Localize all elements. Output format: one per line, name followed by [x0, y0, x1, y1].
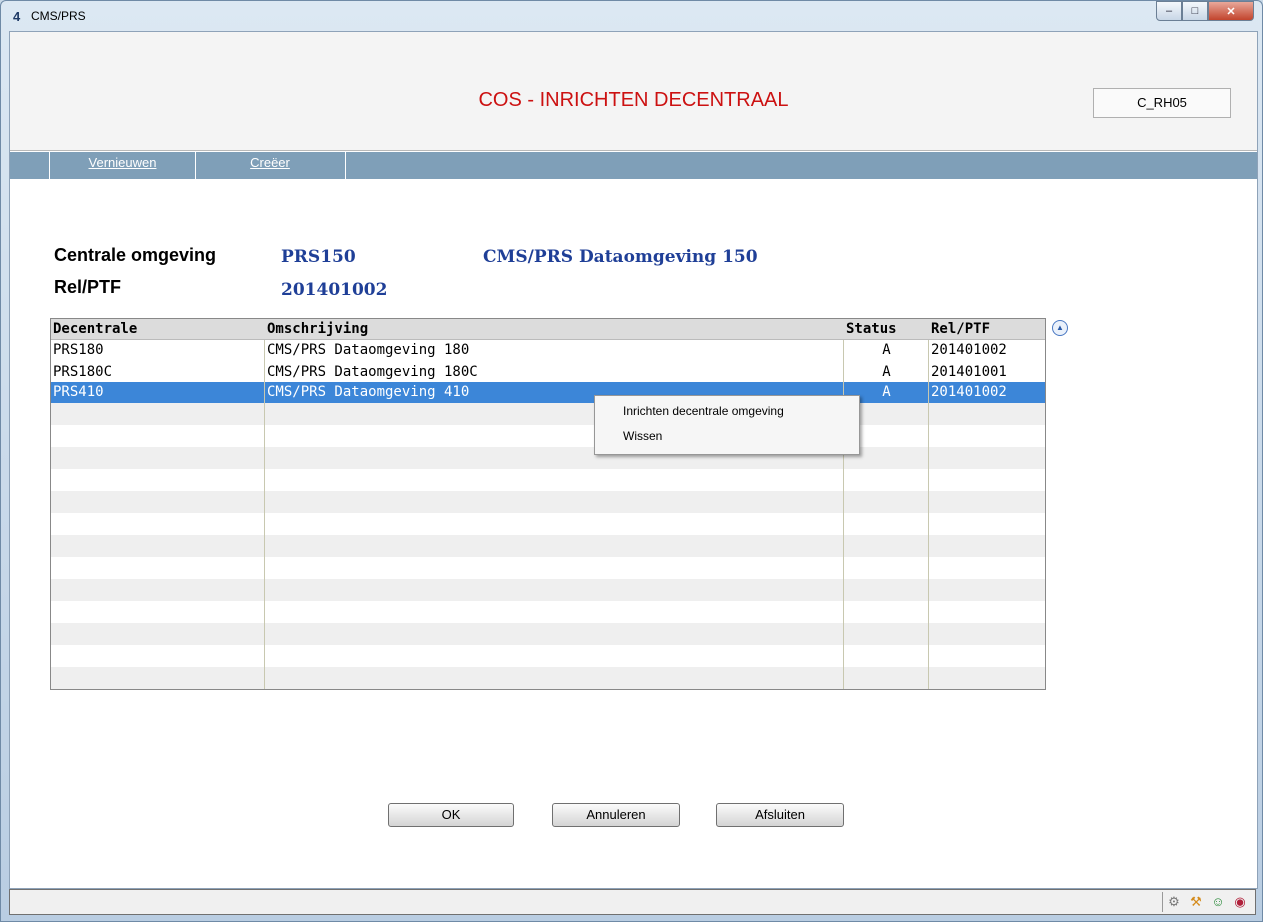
cancel-button[interactable]: Annuleren: [552, 803, 680, 827]
menu-creeer[interactable]: Creëer: [195, 152, 346, 179]
empty-row[interactable]: [51, 623, 1045, 645]
empty-row[interactable]: [51, 579, 1045, 601]
ctx-inrichten[interactable]: Inrichten decentrale omgeving: [623, 404, 784, 418]
cell-relptf: 201401001: [931, 364, 1007, 380]
empty-row[interactable]: [51, 469, 1045, 491]
ctx-wissen[interactable]: Wissen: [623, 429, 662, 443]
empty-row[interactable]: [51, 425, 1045, 447]
cell-omschrijving: CMS/PRS Dataomgeving 180C: [267, 364, 478, 380]
hammer-icon[interactable]: ⚒: [1189, 895, 1203, 909]
window-title: CMS/PRS: [31, 9, 86, 23]
empty-row[interactable]: [51, 667, 1045, 689]
cell-decentrale: PRS180: [53, 342, 104, 358]
cell-decentrale: PRS180C: [53, 364, 113, 380]
maximize-icon: □: [1191, 5, 1199, 17]
empty-row[interactable]: [51, 447, 1045, 469]
window-controls: – □ ✕: [1156, 1, 1254, 23]
central-env-code: PRS150: [281, 247, 356, 267]
relptf-label: Rel/PTF: [54, 277, 122, 297]
close-icon: ✕: [1226, 5, 1236, 18]
user-icon[interactable]: ☺: [1211, 895, 1225, 909]
close-app-button[interactable]: Afsluiten: [716, 803, 844, 827]
empty-row[interactable]: [51, 513, 1045, 535]
decentral-grid: Decentrale Omschrijving Status Rel/PTF P…: [50, 318, 1046, 690]
central-env-label: Centrale omgeving: [54, 245, 217, 265]
col-header-omschrijving[interactable]: Omschrijving: [265, 319, 844, 339]
table-row[interactable]: PRS180 CMS/PRS Dataomgeving 180 A 201401…: [51, 340, 1045, 362]
col-header-status[interactable]: Status: [844, 319, 929, 339]
database-icon[interactable]: ◉: [1233, 895, 1247, 909]
menu-bar: Vernieuwen Creëer: [10, 152, 1257, 179]
menu-creeer-label: Creëer: [250, 155, 290, 170]
col-header-decentrale[interactable]: Decentrale: [51, 319, 265, 339]
client-area: COS - INRICHTEN DECENTRAAL C_RH05 Vernie…: [9, 31, 1258, 889]
cell-omschrijving: CMS/PRS Dataomgeving 180: [267, 342, 470, 358]
column-divider: [928, 340, 929, 689]
cell-status: A: [882, 342, 891, 358]
cell-status: A: [882, 364, 891, 380]
status-icons: ⚙ ⚒ ☺ ◉: [1162, 892, 1251, 912]
cell-relptf: 201401002: [931, 384, 1007, 400]
empty-row[interactable]: [51, 601, 1045, 623]
central-env-desc: CMS/PRS Dataomgeving 150: [483, 247, 758, 267]
empty-row[interactable]: [51, 645, 1045, 667]
tools-icon[interactable]: ⚙: [1167, 895, 1181, 909]
close-button[interactable]: ✕: [1208, 1, 1254, 21]
page-header: COS - INRICHTEN DECENTRAAL C_RH05: [10, 32, 1257, 151]
menu-vernieuwen-label: Vernieuwen: [88, 155, 157, 170]
empty-row[interactable]: [51, 403, 1045, 425]
column-divider: [843, 340, 844, 689]
relptf-value: 201401002: [281, 280, 388, 300]
status-bar: ⚙ ⚒ ☺ ◉: [9, 889, 1256, 915]
ok-button[interactable]: OK: [388, 803, 514, 827]
table-row-selected[interactable]: PRS410 CMS/PRS Dataomgeving 410 A 201401…: [51, 382, 1045, 403]
cell-relptf: 201401002: [931, 342, 1007, 358]
menu-vernieuwen[interactable]: Vernieuwen: [49, 152, 196, 179]
col-header-relptf[interactable]: Rel/PTF: [929, 319, 1045, 339]
minimize-icon: –: [1165, 5, 1173, 17]
empty-row[interactable]: [51, 491, 1045, 513]
ctx-inrichten-label: Inrichten decentrale omgeving: [623, 404, 784, 418]
page-title: COS - INRICHTEN DECENTRAAL: [478, 89, 789, 111]
grid-header: Decentrale Omschrijving Status Rel/PTF: [51, 319, 1045, 340]
scroll-up-icon[interactable]: ▲: [1052, 320, 1068, 336]
screen-code: C_RH05: [1093, 88, 1231, 118]
column-divider: [264, 340, 265, 689]
app-icon: 4: [13, 9, 21, 24]
app-window: 4 CMS/PRS – □ ✕ COS - INRICHTEN DECENTRA…: [0, 0, 1263, 922]
maximize-button[interactable]: □: [1182, 1, 1208, 21]
cell-decentrale: PRS410: [53, 384, 104, 400]
context-menu: Inrichten decentrale omgeving Wissen: [594, 395, 860, 455]
empty-row[interactable]: [51, 535, 1045, 557]
empty-row[interactable]: [51, 557, 1045, 579]
ctx-wissen-label: Wissen: [623, 429, 663, 443]
title-bar[interactable]: 4 CMS/PRS – □ ✕: [1, 1, 1262, 31]
minimize-button[interactable]: –: [1156, 1, 1182, 21]
table-row[interactable]: PRS180C CMS/PRS Dataomgeving 180C A 2014…: [51, 362, 1045, 382]
